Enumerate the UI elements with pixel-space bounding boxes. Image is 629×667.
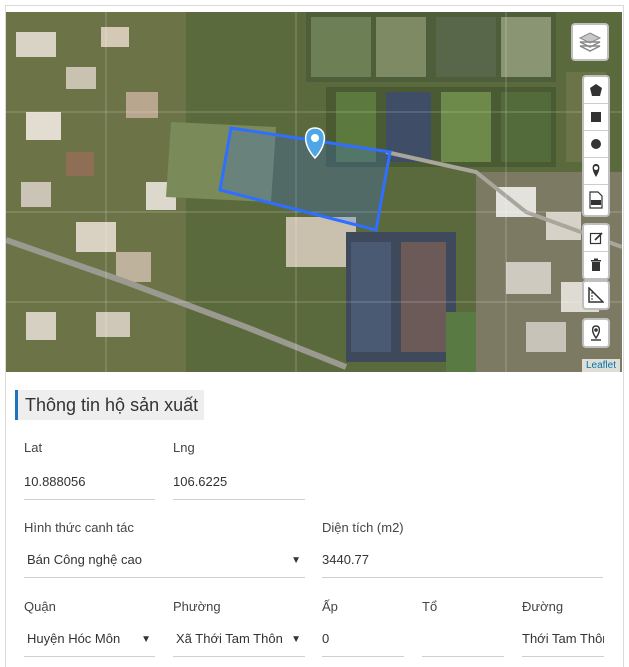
chevron-down-icon: ▼ <box>291 634 301 645</box>
ward-value: Xã Thới Tam Thôn <box>176 631 283 646</box>
delete-layers-button[interactable] <box>584 252 608 278</box>
group-label: Tổ <box>422 599 438 614</box>
area-field[interactable]: 3440.77 <box>322 544 603 578</box>
hamlet-field[interactable]: 0 <box>322 623 404 657</box>
measure-button[interactable] <box>584 282 608 308</box>
chevron-down-icon: ▼ <box>141 634 151 645</box>
area-value: 3440.77 <box>322 552 369 567</box>
edit-layers-button[interactable] <box>584 225 608 252</box>
satellite-map[interactable]: Leaflet <box>6 12 622 372</box>
edit-icon <box>589 232 603 245</box>
ward-label: Phường <box>173 599 221 614</box>
circle-icon <box>591 139 601 149</box>
district-value: Huyện Hóc Môn <box>27 631 121 646</box>
farming-type-select[interactable]: Bán Công nghệ cao ▼ <box>24 544 305 578</box>
locate-icon <box>591 325 601 341</box>
hamlet-value: 0 <box>322 631 330 646</box>
measure-toolbar <box>582 280 610 310</box>
lng-field[interactable]: 106.6225 <box>173 466 305 500</box>
shp-file-icon <box>589 191 603 209</box>
lat-label: Lat <box>24 440 43 455</box>
trash-icon <box>591 258 601 271</box>
satellite-imagery <box>6 12 622 372</box>
ruler-icon <box>588 287 604 303</box>
street-value: Thới Tam Thôn <box>522 631 604 646</box>
lng-value: 106.6225 <box>173 474 228 489</box>
lat-value: 10.888056 <box>24 474 86 489</box>
draw-toolbar <box>582 75 610 217</box>
draw-circle-button[interactable] <box>584 131 608 158</box>
locate-button[interactable] <box>584 320 608 346</box>
draw-rectangle-button[interactable] <box>584 104 608 131</box>
layers-icon <box>578 32 602 52</box>
marker-icon <box>592 164 600 177</box>
street-label: Đường <box>522 599 564 614</box>
lat-field[interactable]: 10.888056 <box>24 466 155 500</box>
ward-select[interactable]: Xã Thới Tam Thôn ▼ <box>173 623 305 657</box>
layers-control-button[interactable] <box>571 23 609 61</box>
locate-toolbar <box>582 318 610 348</box>
group-field[interactable] <box>422 623 504 657</box>
farming-type-value: Bán Công nghệ cao <box>27 552 142 567</box>
district-label: Quận <box>24 599 56 614</box>
map-attribution[interactable]: Leaflet <box>581 359 620 372</box>
upload-shp-button[interactable] <box>584 185 608 215</box>
area-label: Diện tích (m2) <box>322 520 404 535</box>
hamlet-label: Ấp <box>322 599 338 614</box>
district-select[interactable]: Huyện Hóc Môn ▼ <box>24 623 155 657</box>
lng-label: Lng <box>173 440 195 455</box>
edit-toolbar <box>582 223 610 280</box>
section-title: Thông tin hộ sản xuất <box>15 390 204 420</box>
draw-polygon-button[interactable] <box>584 77 608 104</box>
draw-marker-button[interactable] <box>584 158 608 185</box>
polygon-icon <box>590 84 602 96</box>
street-field[interactable]: Thới Tam Thôn <box>522 623 604 657</box>
chevron-down-icon: ▼ <box>291 555 301 566</box>
farming-type-label: Hình thức canh tác <box>24 520 134 535</box>
rectangle-icon <box>591 112 601 122</box>
